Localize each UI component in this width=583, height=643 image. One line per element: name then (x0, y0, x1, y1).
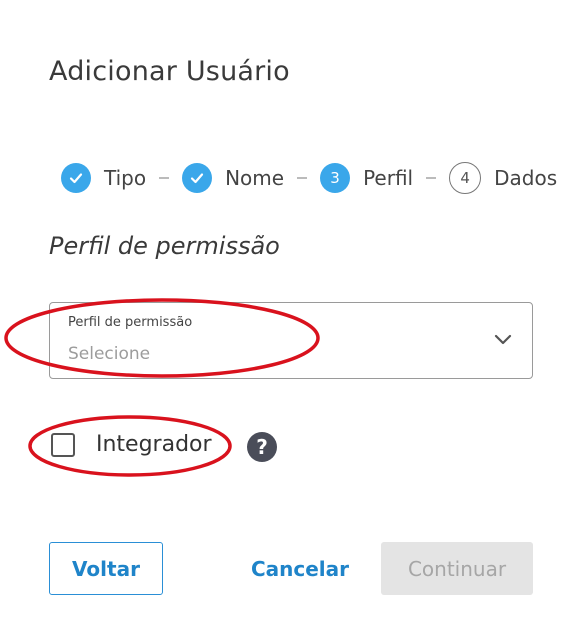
step-separator (159, 177, 170, 179)
step-dados: 4 Dados (449, 162, 557, 194)
step-label: Tipo (104, 166, 147, 190)
step-number: 4 (449, 162, 482, 194)
cancel-button[interactable]: Cancelar (240, 542, 360, 595)
chevron-down-icon (494, 331, 512, 350)
step-label: Perfil (363, 166, 414, 190)
continue-button[interactable]: Continuar (381, 542, 533, 595)
step-perfil: 3 Perfil (320, 163, 413, 193)
stepper: Tipo Nome 3 Perfil 4 Dados (61, 160, 557, 196)
select-label: Perfil de permissão (68, 315, 193, 330)
question-icon[interactable]: ? (247, 432, 277, 462)
back-button[interactable]: Voltar (49, 542, 163, 595)
check-icon (61, 163, 91, 193)
dialog-title: Adicionar Usuário (49, 56, 290, 87)
section-title: Perfil de permissão (49, 232, 280, 260)
step-nome: Nome (182, 163, 284, 193)
step-tipo: Tipo (61, 163, 146, 193)
step-separator (297, 177, 308, 179)
step-number: 3 (320, 163, 351, 193)
integrator-label: Integrador (96, 432, 212, 457)
profile-select[interactable]: Perfil de permissão Selecione (49, 302, 533, 379)
check-icon (182, 163, 213, 193)
step-label: Dados (494, 166, 558, 190)
select-placeholder: Selecione (68, 344, 151, 364)
integrator-option[interactable]: Integrador (51, 432, 212, 457)
step-separator (426, 177, 437, 179)
step-label: Nome (225, 166, 285, 190)
integrator-checkbox[interactable] (51, 432, 75, 457)
